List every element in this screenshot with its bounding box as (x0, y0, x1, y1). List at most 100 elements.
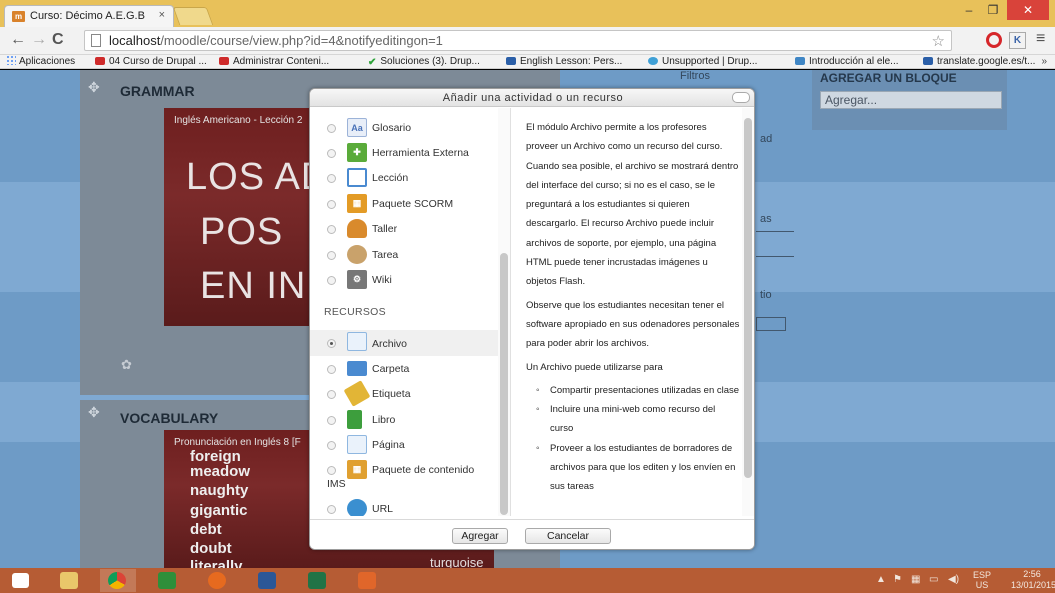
option-wiki[interactable]: ⚙ Wiki (310, 268, 498, 292)
radio-button-selected[interactable] (327, 339, 336, 348)
taskbar-word[interactable] (250, 569, 286, 592)
tray-arrow-icon[interactable]: ▲ (876, 574, 886, 585)
bookmark-star-icon[interactable]: ☆ (932, 32, 945, 50)
option-carpeta[interactable]: Carpeta (310, 357, 498, 381)
taskbar-store[interactable] (150, 569, 186, 592)
option-url[interactable]: URL (310, 497, 498, 516)
taskbar-chrome[interactable] (100, 569, 136, 592)
browser-tab[interactable]: m Curso: Décimo A.E.G.B × (4, 5, 174, 27)
dialog-close-button[interactable] (732, 92, 750, 103)
add-activity-dialog: Añadir una actividad o un recurso Aa Glo… (309, 88, 755, 550)
cancel-button[interactable]: Cancelar (525, 528, 611, 544)
tab-strip: m Curso: Décimo A.E.G.B × – ❐ ✕ (0, 0, 1055, 27)
option-etiqueta[interactable]: Etiqueta (310, 380, 498, 407)
reload-icon[interactable]: C (52, 31, 64, 49)
gear-icon[interactable]: ✿ (121, 357, 132, 373)
option-leccion[interactable]: Lección (310, 166, 498, 190)
tray-battery-icon[interactable]: ▭ (929, 574, 938, 585)
bookmark-english-lesson[interactable]: English Lesson: Pers... (506, 55, 622, 69)
url-path: /moodle/course/view.php?id=4&notifyediti… (160, 33, 443, 48)
new-tab-button[interactable] (172, 7, 214, 25)
bookmarks-overflow-icon[interactable]: » (1041, 55, 1047, 69)
bookmark-apps[interactable]: Aplicaciones (6, 55, 75, 69)
radio-button[interactable] (327, 174, 336, 183)
help-scrollbar[interactable] (742, 108, 754, 516)
file-icon (347, 332, 367, 351)
add-button[interactable]: Agregar (452, 528, 508, 544)
radio-button[interactable] (327, 124, 336, 133)
vocab-word: doubt (190, 540, 232, 557)
radio-button[interactable] (327, 416, 336, 425)
word-icon (258, 572, 276, 589)
option-archivo[interactable]: Archivo (310, 330, 498, 356)
help-list: Compartir presentaciones utilizadas en c… (536, 381, 740, 497)
bookmark-label: Introducción al ele... (809, 56, 899, 67)
radio-button[interactable] (327, 276, 336, 285)
option-herramienta-externa[interactable]: ✚ Herramienta Externa (310, 141, 498, 165)
tray-flag-icon[interactable]: ⚑ (893, 574, 902, 585)
start-button[interactable] (2, 569, 38, 592)
hamburger-menu-icon[interactable]: ≡ (1036, 30, 1045, 48)
activity-list-scrollbar[interactable] (498, 108, 510, 516)
system-clock[interactable]: 2:56 13/01/2015 (1011, 569, 1055, 591)
option-label: Wiki (372, 274, 392, 286)
resources-heading: RECURSOS (324, 306, 386, 318)
tray-network-icon[interactable]: ▦ (911, 574, 920, 585)
scrollbar-thumb[interactable] (744, 118, 752, 478)
window-close-button[interactable]: ✕ (1007, 0, 1049, 20)
taskbar-excel[interactable] (300, 569, 336, 592)
scrollbar-thumb[interactable] (500, 253, 508, 515)
background-line (756, 256, 794, 257)
taskbar-firefox[interactable] (200, 569, 236, 592)
video-text-line: LOS AD (186, 156, 330, 198)
puzzle-icon: ✚ (347, 143, 367, 162)
radio-button[interactable] (327, 200, 336, 209)
option-pagina[interactable]: Página (310, 433, 498, 457)
bookmark-introduccion[interactable]: Introducción al ele... (795, 55, 899, 69)
move-handle-icon[interactable]: ✥ (88, 404, 100, 421)
forward-arrow-icon[interactable]: → (31, 31, 47, 49)
opera-extension-icon[interactable] (986, 32, 1002, 48)
bookmark-soluciones[interactable]: ✔ Soluciones (3). Drup... (368, 55, 480, 70)
book-icon (347, 410, 362, 429)
radio-button[interactable] (327, 390, 336, 399)
back-arrow-icon[interactable]: ← (10, 31, 26, 49)
radio-button[interactable] (327, 441, 336, 450)
tab-close-icon[interactable]: × (159, 9, 165, 21)
radio-button[interactable] (327, 365, 336, 374)
radio-button[interactable] (327, 466, 336, 475)
bookmark-label: translate.google.es/t... (937, 56, 1036, 67)
move-handle-icon[interactable]: ✥ (88, 79, 100, 96)
taskbar-explorer[interactable] (52, 569, 88, 592)
input-language-indicator[interactable]: ESP US (973, 570, 991, 590)
bookmark-translate[interactable]: translate.google.es/t... (923, 55, 1035, 69)
option-label: Libro (372, 414, 396, 426)
address-bar[interactable]: localhost/moodle/course/view.php?id=4&no… (84, 30, 952, 51)
option-paquete-scorm[interactable]: ▦ Paquete SCORM (310, 192, 498, 216)
option-taller[interactable]: Taller (310, 217, 498, 241)
video-text-line: POS (200, 211, 284, 253)
window-maximize-button[interactable]: ❐ (981, 0, 1005, 20)
add-block-panel: AGREGAR UN BLOQUE Agregar... (812, 70, 1007, 130)
bookmark-unsupported-drupal[interactable]: Unsupported | Drup... (648, 55, 757, 69)
radio-button[interactable] (327, 505, 336, 514)
option-libro[interactable]: Libro (310, 408, 498, 432)
option-paquete-contenido-ims[interactable]: ▦ Paquete de contenido IMS (310, 458, 498, 492)
video-caption: Inglés Americano - Lección 2 (174, 115, 303, 126)
url-text: localhost/moodle/course/view.php?id=4&no… (109, 33, 443, 48)
option-label: Página (372, 439, 405, 451)
radio-button[interactable] (327, 251, 336, 260)
firefox-icon (208, 572, 226, 589)
store-icon (158, 572, 176, 589)
radio-button[interactable] (327, 149, 336, 158)
bookmark-drupal-course[interactable]: 04 Curso de Drupal ... (95, 55, 207, 69)
add-block-select[interactable]: Agregar... (820, 91, 1002, 109)
option-tarea[interactable]: Tarea (310, 243, 498, 267)
bookmark-admin-content[interactable]: Administrar Conteni... (219, 55, 329, 69)
radio-button[interactable] (327, 225, 336, 234)
taskbar-xampp[interactable] (350, 569, 386, 592)
window-minimize-button[interactable]: – (957, 0, 981, 20)
k-extension-icon[interactable]: K (1009, 32, 1026, 49)
option-glosario[interactable]: Aa Glosario (310, 116, 498, 140)
tray-volume-icon[interactable]: ◀) (948, 574, 959, 585)
